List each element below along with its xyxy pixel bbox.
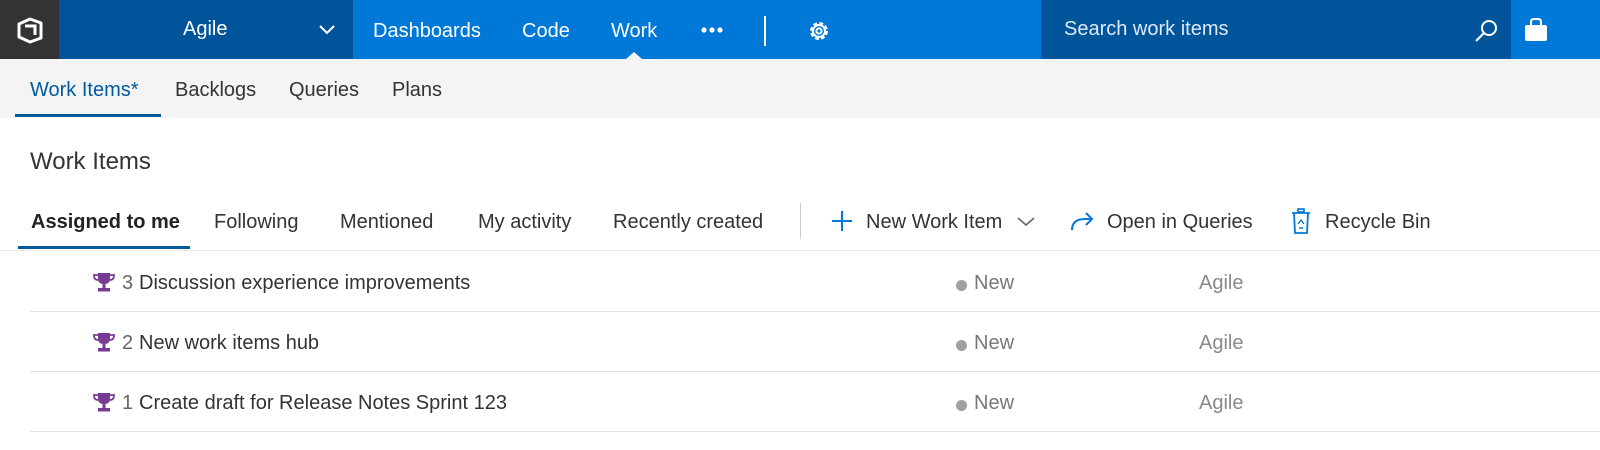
plus-icon bbox=[832, 211, 852, 231]
tab-plans[interactable]: Plans bbox=[392, 59, 442, 121]
hub-bar: Work Items* Backlogs Queries Plans bbox=[0, 59, 1600, 118]
trophy-icon bbox=[93, 333, 115, 352]
work-item-row[interactable]: 2 New work items hub New Agile bbox=[30, 312, 1600, 372]
work-item-id: 2 bbox=[122, 332, 134, 354]
page-title: Work Items bbox=[30, 148, 151, 175]
active-pivot-underline bbox=[18, 246, 190, 249]
state-dot bbox=[956, 400, 967, 411]
work-item-area: Agile bbox=[1199, 392, 1244, 414]
recycle-bin-label: Recycle Bin bbox=[1325, 211, 1431, 233]
trophy-icon bbox=[93, 393, 115, 412]
search-icon[interactable] bbox=[1473, 18, 1499, 44]
work-item-state: New bbox=[974, 332, 1015, 354]
toolbar-divider bbox=[800, 203, 801, 239]
nav-dashboards[interactable]: Dashboards bbox=[373, 0, 481, 62]
team-services-logo-icon[interactable] bbox=[0, 0, 59, 59]
work-item-title[interactable]: Create draft for Release Notes Sprint 12… bbox=[139, 372, 507, 434]
chevron-down-icon[interactable] bbox=[1015, 208, 1037, 234]
list-top-divider bbox=[0, 250, 1600, 251]
pivot-mentioned[interactable]: Mentioned bbox=[340, 206, 433, 238]
nav-code[interactable]: Code bbox=[522, 0, 570, 62]
work-item-id: 1 bbox=[122, 392, 134, 414]
work-item-row[interactable]: 1 Create draft for Release Notes Sprint … bbox=[30, 372, 1600, 432]
open-in-queries-label: Open in Queries bbox=[1107, 211, 1253, 233]
new-work-item-label: New Work Item bbox=[866, 211, 1003, 233]
pivot-following[interactable]: Following bbox=[214, 206, 298, 238]
pivot-my-activity[interactable]: My activity bbox=[478, 206, 571, 238]
trophy-icon bbox=[93, 273, 115, 292]
active-nav-indicator bbox=[626, 52, 642, 59]
ellipsis-icon[interactable] bbox=[698, 20, 726, 40]
work-item-area: Agile bbox=[1199, 332, 1244, 354]
pivot-recently-created[interactable]: Recently created bbox=[613, 206, 763, 238]
tab-work-items[interactable]: Work Items* bbox=[30, 59, 139, 121]
nav-divider bbox=[764, 16, 766, 46]
work-item-title[interactable]: New work items hub bbox=[139, 312, 319, 374]
recycle-bin-icon bbox=[1292, 208, 1310, 234]
work-item-title[interactable]: Discussion experience improvements bbox=[139, 252, 470, 314]
search-box bbox=[1041, 0, 1511, 59]
state-dot bbox=[956, 340, 967, 351]
work-item-id: 3 bbox=[122, 272, 134, 294]
state-dot bbox=[956, 280, 967, 291]
top-navigation-bar: Agile Dashboards Code Work bbox=[0, 0, 1600, 59]
pivot-assigned-to-me[interactable]: Assigned to me bbox=[31, 206, 180, 238]
search-input[interactable] bbox=[1041, 0, 1461, 59]
tab-backlogs[interactable]: Backlogs bbox=[175, 59, 256, 121]
share-arrow-icon bbox=[1071, 212, 1094, 231]
tab-queries[interactable]: Queries bbox=[289, 59, 359, 121]
chevron-down-icon bbox=[319, 25, 335, 35]
project-name: Agile bbox=[183, 18, 228, 40]
work-item-area: Agile bbox=[1199, 272, 1244, 294]
active-tab-underline bbox=[15, 114, 161, 117]
work-item-state: New bbox=[974, 392, 1015, 414]
gear-icon[interactable] bbox=[806, 18, 832, 44]
work-item-row[interactable]: 3 Discussion experience improvements New… bbox=[30, 252, 1600, 312]
work-item-state: New bbox=[974, 272, 1015, 294]
project-selector[interactable]: Agile bbox=[59, 0, 353, 59]
marketplace-bag-icon[interactable] bbox=[1522, 17, 1550, 43]
